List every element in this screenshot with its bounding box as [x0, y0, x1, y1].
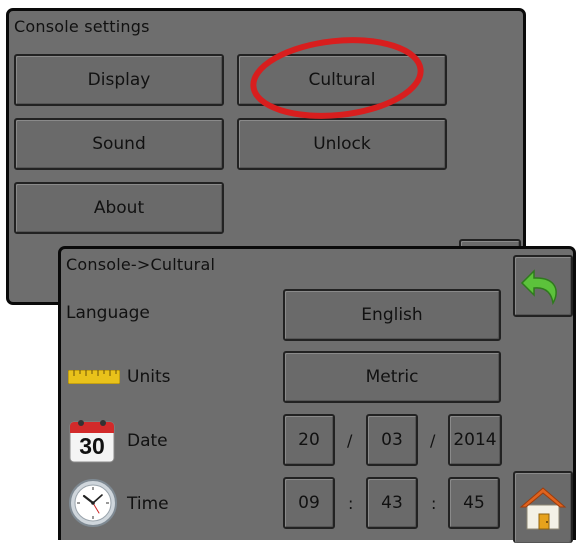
- cultural-title: Console->Cultural: [66, 255, 216, 274]
- clock-icon: [69, 479, 117, 527]
- time-hour-field[interactable]: 09: [283, 477, 335, 529]
- date-separator: /: [430, 431, 436, 450]
- calendar-icon: 30: [68, 416, 116, 464]
- time-minute-field[interactable]: 43: [366, 477, 418, 529]
- language-label: Language: [66, 303, 150, 323]
- cultural-panel: Console->Cultural Language English Units…: [58, 246, 576, 543]
- date-year-field[interactable]: 2014: [448, 414, 502, 466]
- cultural-button[interactable]: Cultural: [237, 54, 447, 106]
- units-label: Units: [127, 367, 171, 387]
- calendar-icon-number: 30: [79, 433, 105, 459]
- display-button[interactable]: Display: [14, 54, 224, 106]
- home-button[interactable]: [513, 471, 573, 543]
- sound-button[interactable]: Sound: [14, 118, 224, 170]
- date-day-field[interactable]: 20: [283, 414, 335, 466]
- time-separator: :: [431, 494, 437, 513]
- date-month-field[interactable]: 03: [366, 414, 418, 466]
- units-select[interactable]: Metric: [283, 351, 501, 403]
- time-separator: :: [348, 494, 354, 513]
- time-label: Time: [127, 494, 169, 514]
- back-arrow-icon: [520, 269, 557, 306]
- language-select[interactable]: English: [283, 289, 501, 341]
- back-button[interactable]: [513, 255, 573, 317]
- ruler-icon: [68, 370, 120, 384]
- date-separator: /: [347, 431, 353, 450]
- unlock-button[interactable]: Unlock: [237, 118, 447, 170]
- home-icon: [519, 487, 567, 530]
- console-settings-title: Console settings: [14, 17, 150, 36]
- time-second-field[interactable]: 45: [448, 477, 500, 529]
- date-label: Date: [127, 431, 168, 451]
- about-button[interactable]: About: [14, 182, 224, 234]
